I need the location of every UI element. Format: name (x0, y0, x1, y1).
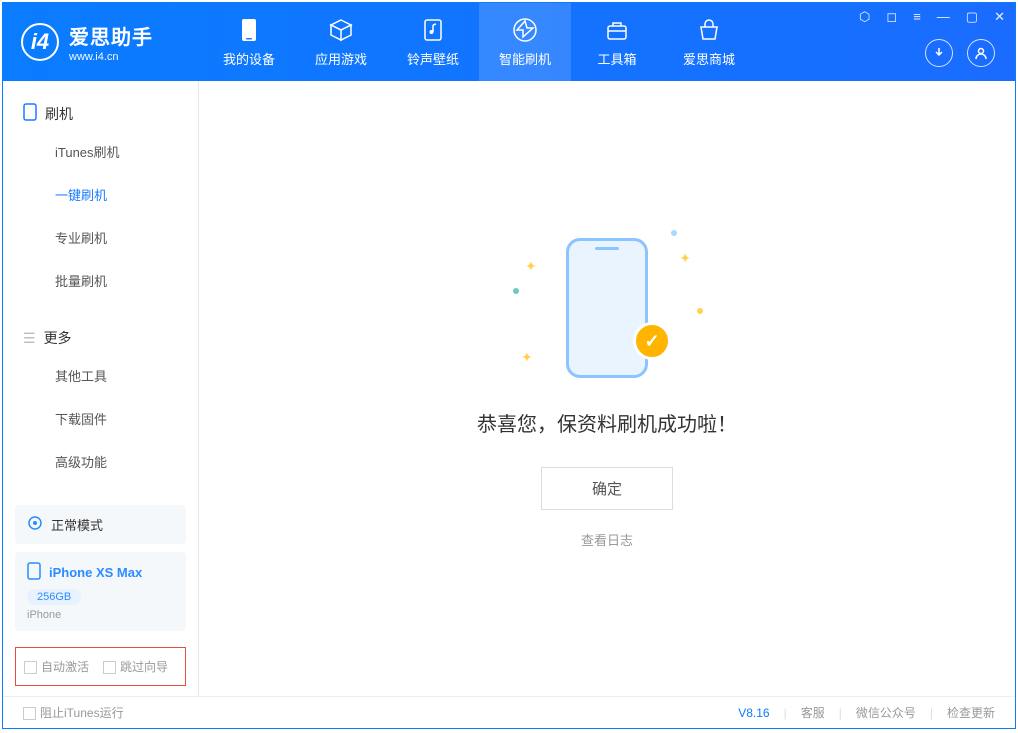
mode-card[interactable]: 正常模式 (15, 505, 186, 544)
user-area (925, 39, 995, 67)
sidebar-item-itunes-flash[interactable]: iTunes刷机 (3, 130, 198, 173)
sidebar-item-one-click-flash[interactable]: 一键刷机 (3, 173, 198, 216)
sidebar: 刷机 iTunes刷机 一键刷机 专业刷机 批量刷机 ☰ 更多 其他工具 下载固… (3, 81, 199, 696)
cube-icon (328, 17, 354, 43)
tab-label: 铃声壁纸 (407, 49, 459, 68)
section-title: 更多 (44, 328, 72, 348)
sidebar-item-batch-flash[interactable]: 批量刷机 (3, 259, 198, 302)
tab-label: 工具箱 (597, 49, 636, 68)
logo-text: 爱思助手 www.i4.cn (69, 21, 153, 63)
section-header: 刷机 (3, 97, 198, 130)
refresh-icon (512, 17, 538, 43)
mode-icon (27, 515, 43, 534)
device-card[interactable]: iPhone XS Max 256GB iPhone (15, 552, 186, 631)
store-icon (696, 17, 722, 43)
device-name: iPhone XS Max (49, 565, 142, 580)
version-label: V8.16 (738, 706, 769, 720)
body: 刷机 iTunes刷机 一键刷机 专业刷机 批量刷机 ☰ 更多 其他工具 下载固… (3, 81, 1015, 696)
tab-store[interactable]: 爱思商城 (663, 3, 755, 81)
tab-label: 爱思商城 (683, 49, 735, 68)
tab-label: 应用游戏 (315, 49, 367, 68)
app-window: i4 爱思助手 www.i4.cn 我的设备 应用游戏 铃声壁纸 智能刷机 (2, 2, 1016, 729)
nav-tabs: 我的设备 应用游戏 铃声壁纸 智能刷机 工具箱 爱思商城 (203, 3, 755, 81)
support-link[interactable]: 客服 (801, 704, 825, 721)
storage-badge: 256GB (27, 589, 81, 605)
menu-icon[interactable]: ≡ (913, 9, 921, 25)
device-icon (27, 562, 41, 583)
sidebar-item-pro-flash[interactable]: 专业刷机 (3, 216, 198, 259)
download-button[interactable] (925, 39, 953, 67)
section-header: ☰ 更多 (3, 322, 198, 354)
sidebar-item-advanced[interactable]: 高级功能 (3, 440, 198, 483)
app-name: 爱思助手 (69, 21, 153, 50)
check-badge-icon: ✓ (633, 322, 671, 360)
toolbox-icon (604, 17, 630, 43)
sidebar-item-other-tools[interactable]: 其他工具 (3, 354, 198, 397)
bottom-cards: 正常模式 iPhone XS Max 256GB iPhone (3, 497, 198, 647)
success-message: 恭喜您，保资料刷机成功啦！ (477, 408, 737, 437)
feedback-icon[interactable]: ◻ (886, 9, 897, 25)
shirt-icon[interactable]: ⬡ (859, 9, 870, 25)
check-update-link[interactable]: 检查更新 (947, 704, 995, 721)
dot-icon (697, 308, 703, 314)
device-icon (236, 17, 262, 43)
user-button[interactable] (967, 39, 995, 67)
auto-activate-checkbox[interactable]: 自动激活 (24, 658, 89, 675)
phone-icon (23, 103, 37, 124)
block-itunes-checkbox[interactable]: 阻止iTunes运行 (23, 704, 124, 721)
dot-icon (513, 288, 519, 294)
skip-guide-checkbox[interactable]: 跳过向导 (103, 658, 168, 675)
logo-area: i4 爱思助手 www.i4.cn (3, 21, 203, 63)
tab-label: 智能刷机 (499, 49, 551, 68)
logo-icon: i4 (21, 23, 59, 61)
music-icon (420, 17, 446, 43)
tab-flash[interactable]: 智能刷机 (479, 3, 571, 81)
sidebar-item-download-firmware[interactable]: 下载固件 (3, 397, 198, 440)
section-flash: 刷机 iTunes刷机 一键刷机 专业刷机 批量刷机 (3, 81, 198, 306)
sparkle-icon: ✦ (679, 250, 691, 267)
header: i4 爱思助手 www.i4.cn 我的设备 应用游戏 铃声壁纸 智能刷机 (3, 3, 1015, 81)
window-controls: ⬡ ◻ ≡ ― ▢ ✕ (859, 9, 1005, 25)
list-icon: ☰ (23, 330, 36, 347)
phone-illustration (566, 238, 648, 378)
maximize-icon[interactable]: ▢ (966, 9, 978, 25)
sparkle-icon: ✦ (521, 349, 533, 366)
success-illustration: ✦ ✦ ✦ ✓ (507, 228, 707, 388)
options-box: 自动激活 跳过向导 (15, 647, 186, 686)
footer: 阻止iTunes运行 V8.16 | 客服 | 微信公众号 | 检查更新 (3, 696, 1015, 728)
tab-my-device[interactable]: 我的设备 (203, 3, 295, 81)
tab-apps[interactable]: 应用游戏 (295, 3, 387, 81)
sparkle-icon: ✦ (525, 258, 537, 275)
section-title: 刷机 (45, 104, 73, 124)
wechat-link[interactable]: 微信公众号 (856, 704, 916, 721)
mode-label: 正常模式 (51, 515, 103, 534)
view-log-link[interactable]: 查看日志 (581, 530, 633, 549)
tab-label: 我的设备 (223, 49, 275, 68)
minimize-icon[interactable]: ― (937, 9, 950, 25)
close-icon[interactable]: ✕ (994, 9, 1005, 25)
device-type: iPhone (27, 609, 174, 621)
main-content: ✦ ✦ ✦ ✓ 恭喜您，保资料刷机成功啦！ 确定 查看日志 (199, 81, 1015, 696)
tab-toolbox[interactable]: 工具箱 (571, 3, 663, 81)
tab-ringtones[interactable]: 铃声壁纸 (387, 3, 479, 81)
confirm-button[interactable]: 确定 (541, 467, 673, 510)
section-more: ☰ 更多 其他工具 下载固件 高级功能 (3, 306, 198, 487)
dot-icon (671, 230, 677, 236)
app-url: www.i4.cn (69, 51, 153, 63)
